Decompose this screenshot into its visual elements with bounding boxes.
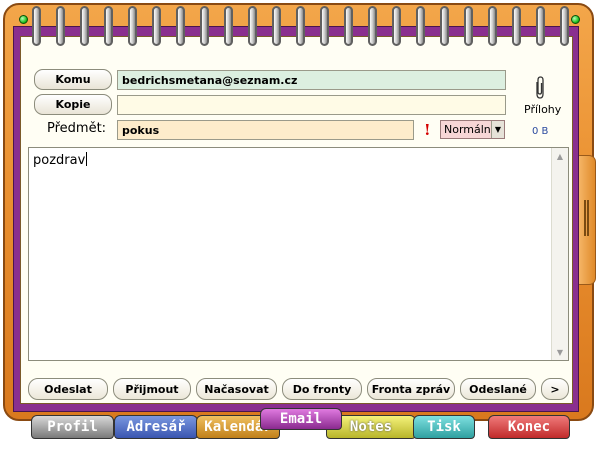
cc-field[interactable]: [117, 95, 506, 115]
receive-button[interactable]: Přijmout: [113, 378, 191, 400]
vertical-scrollbar[interactable]: ▲ ▼: [551, 148, 568, 360]
tab-adresar[interactable]: Adresář: [114, 415, 198, 439]
ring-icon: [224, 6, 233, 46]
message-body[interactable]: pozdrav ▲ ▼: [28, 147, 569, 361]
grip-icon: [584, 200, 589, 236]
ring-icon: [296, 6, 305, 46]
sent-button[interactable]: Odeslané: [460, 378, 536, 400]
window-dot-left-icon[interactable]: [19, 15, 28, 24]
attachments-size: 0 B: [532, 126, 549, 137]
more-button[interactable]: >: [541, 378, 569, 400]
to-field[interactable]: bedrichsmetana@seznam.cz: [117, 70, 506, 90]
send-button[interactable]: Odeslat: [28, 378, 108, 400]
message-text[interactable]: pozdrav: [33, 152, 88, 168]
tab-profil[interactable]: Profil: [31, 415, 114, 439]
ring-icon: [128, 6, 137, 46]
ring-icon: [176, 6, 185, 46]
ring-icon: [368, 6, 377, 46]
ring-icon: [488, 6, 497, 46]
ring-icon: [200, 6, 209, 46]
paperclip-icon[interactable]: [533, 76, 547, 100]
tab-email[interactable]: Email: [260, 408, 342, 430]
scroll-down-icon[interactable]: ▼: [554, 346, 566, 358]
ring-icon: [56, 6, 65, 46]
priority-select[interactable]: Normální ▼: [440, 120, 505, 139]
window-dot-right-icon[interactable]: [571, 15, 580, 24]
ring-icon: [104, 6, 113, 46]
ring-icon: [152, 6, 161, 46]
scroll-up-icon[interactable]: ▲: [554, 150, 566, 162]
schedule-button[interactable]: Načasovat: [196, 378, 277, 400]
ring-icon: [512, 6, 521, 46]
subject-field[interactable]: pokus: [117, 120, 414, 140]
chevron-down-icon[interactable]: ▼: [491, 121, 504, 138]
subject-label: Předmět:: [47, 121, 107, 136]
ring-icon: [416, 6, 425, 46]
ring-icon: [440, 6, 449, 46]
ring-icon: [80, 6, 89, 46]
ring-icon: [392, 6, 401, 46]
ring-icon: [272, 6, 281, 46]
ring-icon: [248, 6, 257, 46]
ring-icon: [32, 6, 41, 46]
queue-button[interactable]: Do fronty: [282, 378, 362, 400]
ring-icon: [536, 6, 545, 46]
tab-tisk[interactable]: Tisk: [413, 415, 475, 439]
ring-icon: [344, 6, 353, 46]
important-icon[interactable]: !: [424, 121, 431, 139]
tab-konec[interactable]: Konec: [488, 415, 570, 439]
cc-button[interactable]: Kopie: [34, 94, 112, 115]
ring-icon: [560, 6, 569, 46]
ring-icon: [464, 6, 473, 46]
priority-value: Normální: [444, 123, 494, 136]
ring-icon: [320, 6, 329, 46]
to-button[interactable]: Komu: [34, 69, 112, 90]
attachments-label[interactable]: Přílohy: [524, 103, 561, 116]
spiral-binding: [32, 6, 572, 50]
message-queue-button[interactable]: Fronta zpráv: [367, 378, 455, 400]
